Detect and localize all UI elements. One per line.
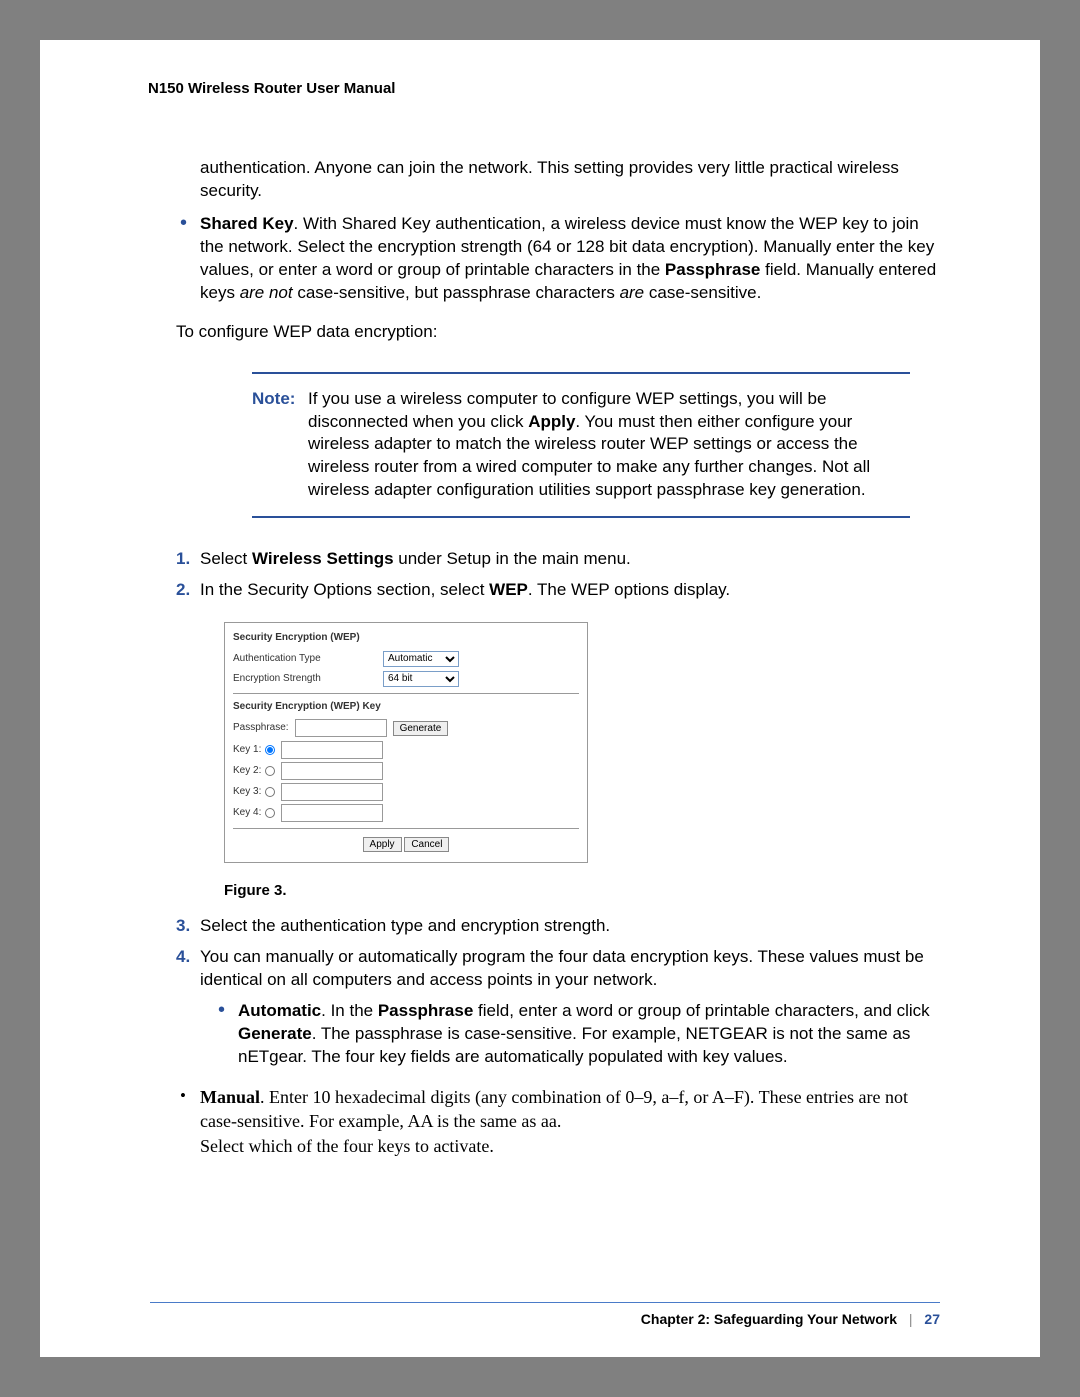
steps-list: 1. Select Wireless Settings under Setup …: [176, 548, 940, 1069]
bullet-list: Shared Key. With Shared Key authenticati…: [176, 213, 940, 305]
key1-radio[interactable]: [265, 745, 275, 755]
shot-enc-label: Encryption Strength: [233, 672, 383, 686]
step4-sublist: Automatic. In the Passphrase field, ente…: [214, 1000, 940, 1069]
shared-key-label: Shared Key: [200, 214, 294, 233]
bullet-shared-key: Shared Key. With Shared Key authenticati…: [176, 213, 940, 305]
body-content: authentication. Anyone can join the netw…: [176, 157, 940, 1158]
key1-input[interactable]: [281, 741, 383, 759]
cancel-button[interactable]: Cancel: [404, 837, 449, 852]
lead-in-paragraph: To configure WEP data encryption:: [176, 321, 940, 344]
key4-radio[interactable]: [265, 808, 275, 818]
step-3: 3. Select the authentication type and en…: [176, 915, 940, 938]
key4-input[interactable]: [281, 804, 383, 822]
figure-caption: Figure 3.: [224, 881, 940, 901]
step-1: 1. Select Wireless Settings under Setup …: [176, 548, 940, 571]
manual-bullet-list: Manual. Enter 10 hexadecimal digits (any…: [176, 1085, 940, 1158]
shot-auth-label: Authentication Type: [233, 652, 383, 666]
screenshot-wep-settings: Security Encryption (WEP) Authentication…: [224, 622, 588, 863]
key2-label: Key 2:: [233, 764, 261, 778]
shot-section-title-2: Security Encryption (WEP) Key: [233, 700, 579, 714]
note-label: Note:: [252, 389, 295, 408]
key3-radio[interactable]: [265, 787, 275, 797]
apply-button[interactable]: Apply: [363, 837, 402, 852]
key2-input[interactable]: [281, 762, 383, 780]
auth-type-select[interactable]: Automatic: [383, 651, 459, 667]
passphrase-term: Passphrase: [665, 260, 760, 279]
step-4: 4. You can manually or automatically pro…: [176, 946, 940, 1069]
key2-radio[interactable]: [265, 766, 275, 776]
page-footer: Chapter 2: Safeguarding Your Network | 2…: [150, 1302, 940, 1327]
bullet-manual: Manual. Enter 10 hexadecimal digits (any…: [176, 1085, 940, 1158]
bullet-automatic: Automatic. In the Passphrase field, ente…: [214, 1000, 940, 1069]
note-block: Note: If you use a wireless computer to …: [252, 372, 910, 519]
footer-chapter: Chapter 2: Safeguarding Your Network: [641, 1311, 897, 1327]
footer-separator: |: [909, 1311, 913, 1327]
enc-strength-select[interactable]: 64 bit: [383, 671, 459, 687]
key3-input[interactable]: [281, 783, 383, 801]
shot-divider-1: [233, 693, 579, 694]
figure-3: Security Encryption (WEP) Authentication…: [224, 622, 940, 863]
footer-page-number: 27: [924, 1311, 940, 1327]
passphrase-input[interactable]: [295, 719, 387, 737]
continuation-paragraph: authentication. Anyone can join the netw…: [200, 157, 940, 203]
shot-section-title-1: Security Encryption (WEP): [233, 631, 579, 645]
shot-pass-label: Passphrase:: [233, 721, 289, 735]
document-page: N150 Wireless Router User Manual authent…: [40, 40, 1040, 1357]
shot-divider-2: [233, 828, 579, 829]
generate-button[interactable]: Generate: [393, 721, 449, 736]
page-header: N150 Wireless Router User Manual: [148, 80, 960, 97]
key1-label: Key 1:: [233, 743, 261, 757]
step-2: 2. In the Security Options section, sele…: [176, 579, 940, 901]
key3-label: Key 3:: [233, 785, 261, 799]
key4-label: Key 4:: [233, 806, 261, 820]
